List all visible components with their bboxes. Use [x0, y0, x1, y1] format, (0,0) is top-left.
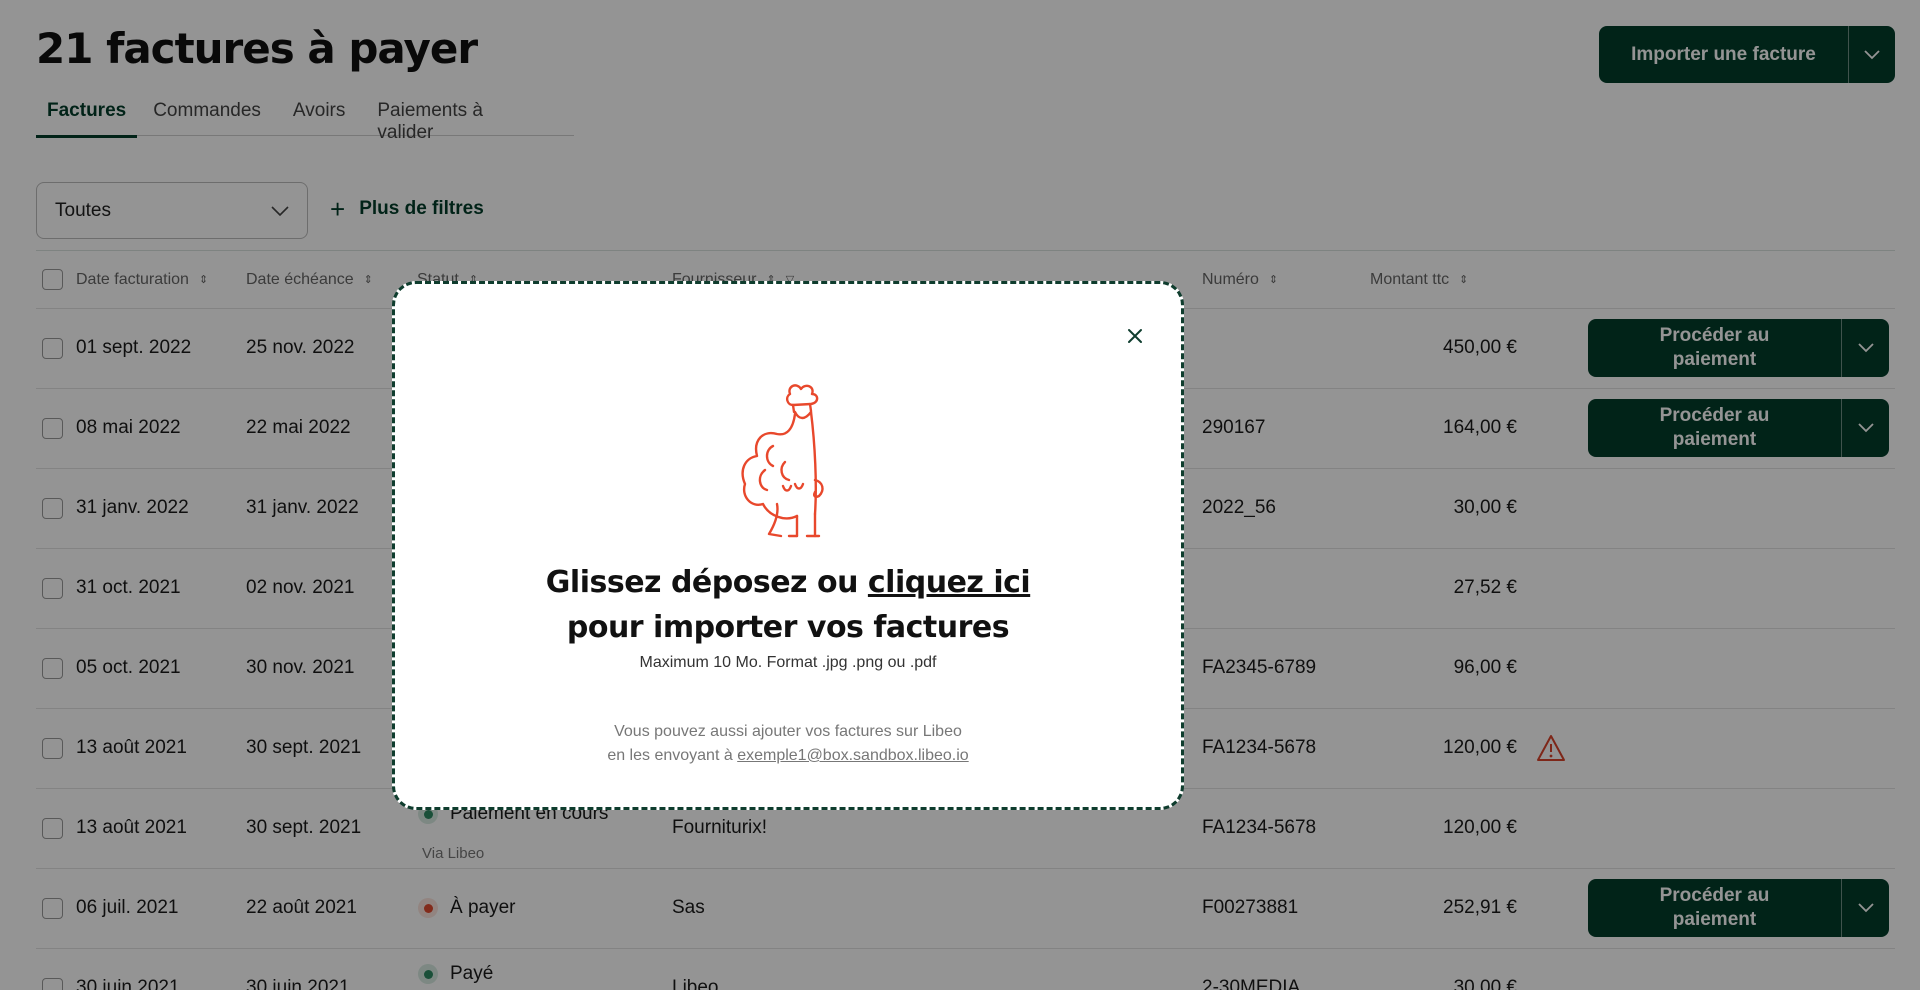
email-info-line1: Vous pouvez aussi ajouter vos factures s… — [614, 723, 962, 740]
email-info: Vous pouvez aussi ajouter vos factures s… — [395, 720, 1181, 768]
dropzone-headline: Glissez déposez ou cliquez ici pour impo… — [395, 560, 1181, 650]
headline-suffix: pour importer vos factures — [566, 610, 1010, 645]
headline-prefix: Glissez déposez ou — [545, 565, 868, 600]
email-info-prefix: en les envoyant à — [607, 747, 738, 764]
chef-rooster-icon — [735, 384, 845, 549]
close-icon[interactable] — [1123, 324, 1147, 348]
file-format-hint: Maximum 10 Mo. Format .jpg .png ou .pdf — [639, 654, 937, 671]
import-dropzone-modal[interactable]: Glissez déposez ou cliquez ici pour impo… — [392, 281, 1184, 810]
click-here-link[interactable]: cliquez ici — [868, 565, 1031, 600]
email-link[interactable]: exemple1@box.sandbox.libeo.io — [737, 747, 969, 764]
